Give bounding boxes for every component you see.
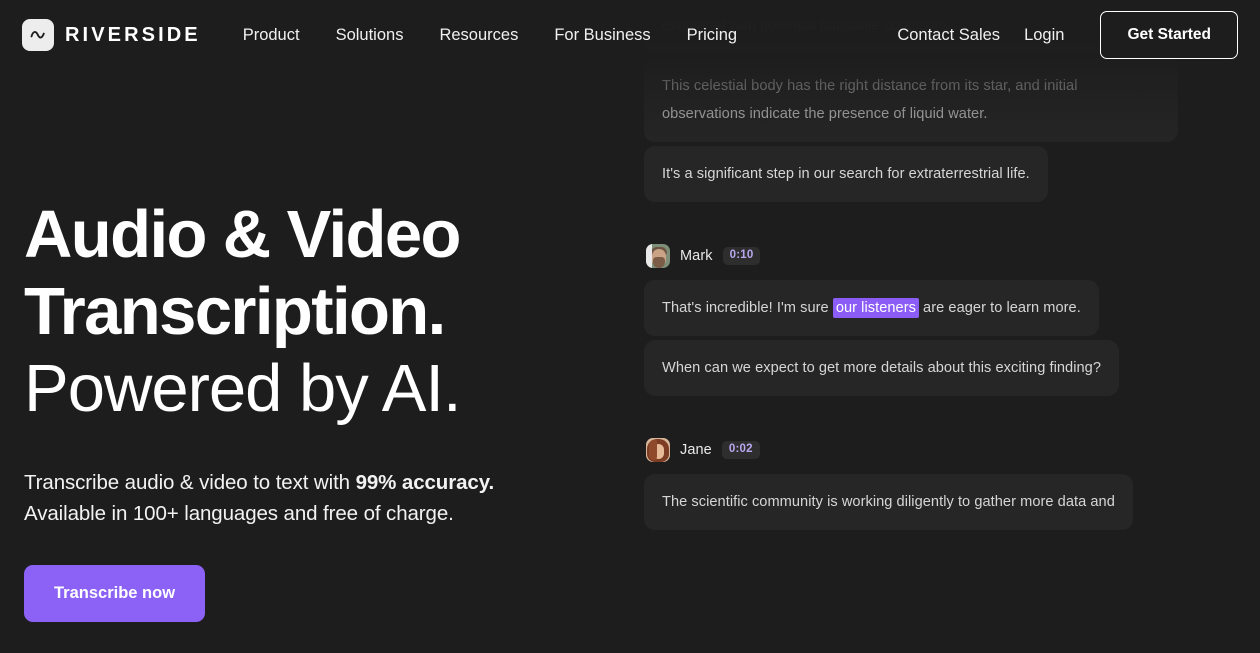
main-navigation: RIVERSIDE Product Solutions Resources Fo… [0, 0, 1260, 70]
hero-subtitle: Transcribe audio & video to text with 99… [24, 467, 624, 529]
waveform-icon [22, 19, 54, 51]
transcript-message[interactable]: This celestial body has the right distan… [644, 58, 1178, 142]
transcript-group: Jane 0:02 The scientific community is wo… [644, 438, 1246, 530]
subtitle-line-1-prefix: Transcribe audio & video to text with [24, 471, 356, 494]
transcript-message-highlighted[interactable]: That's incredible! I'm sure our listener… [644, 280, 1099, 336]
speaker-row: Jane 0:02 [644, 438, 1246, 462]
headline-line-1: Audio & Video [24, 197, 461, 272]
contact-sales-link[interactable]: Contact Sales [897, 26, 1000, 45]
transcript-scroll-area[interactable]: Jane 0:02 Absolutely, Mark! Scientists h… [620, 0, 1260, 534]
page-title: Audio & Video Transcription. Powered by … [24, 196, 624, 427]
message-text-before: That's incredible! I'm sure [662, 300, 833, 316]
transcript-message[interactable]: The scientific community is working dili… [644, 474, 1133, 530]
timestamp-badge[interactable]: 0:02 [721, 441, 760, 459]
transcript-panel: Jane 0:02 Absolutely, Mark! Scientists h… [620, 0, 1260, 653]
transcribe-now-button[interactable]: Transcribe now [24, 565, 206, 622]
avatar [646, 244, 670, 268]
subtitle-accuracy-bold: 99% accuracy. [355, 471, 495, 494]
nav-links: Product Solutions Resources For Business… [243, 26, 737, 45]
hero-section: Audio & Video Transcription. Powered by … [24, 196, 624, 622]
timestamp-badge[interactable]: 0:10 [722, 247, 761, 265]
speaker-row: Mark 0:10 [644, 244, 1246, 268]
brand-logo[interactable]: RIVERSIDE [22, 19, 201, 51]
get-started-button[interactable]: Get Started [1100, 11, 1238, 59]
avatar [646, 438, 670, 462]
nav-item-for-business[interactable]: For Business [554, 26, 650, 45]
nav-actions: Contact Sales Login Get Started [897, 11, 1238, 59]
highlighted-phrase[interactable]: our listeners [832, 298, 919, 318]
landing-page: Jane 0:02 Absolutely, Mark! Scientists h… [0, 0, 1260, 653]
nav-item-product[interactable]: Product [243, 26, 300, 45]
speaker-name: Mark [680, 248, 713, 264]
transcript-message[interactable]: When can we expect to get more details a… [644, 340, 1119, 396]
brand-name: RIVERSIDE [65, 23, 201, 46]
transcript-message[interactable]: It's a significant step in our search fo… [644, 146, 1048, 202]
message-text-after: are eager to learn more. [918, 300, 1081, 316]
speaker-name: Jane [680, 442, 712, 458]
transcript-group: Mark 0:10 That's incredible! I'm sure ou… [644, 244, 1246, 396]
headline-line-2: Transcription. [24, 274, 446, 349]
nav-item-resources[interactable]: Resources [439, 26, 518, 45]
headline-line-3: Powered by AI. [24, 351, 462, 426]
nav-item-solutions[interactable]: Solutions [336, 26, 404, 45]
login-link[interactable]: Login [1024, 26, 1064, 45]
subtitle-line-2: Available in 100+ languages and free of … [24, 502, 454, 525]
nav-item-pricing[interactable]: Pricing [687, 26, 737, 45]
